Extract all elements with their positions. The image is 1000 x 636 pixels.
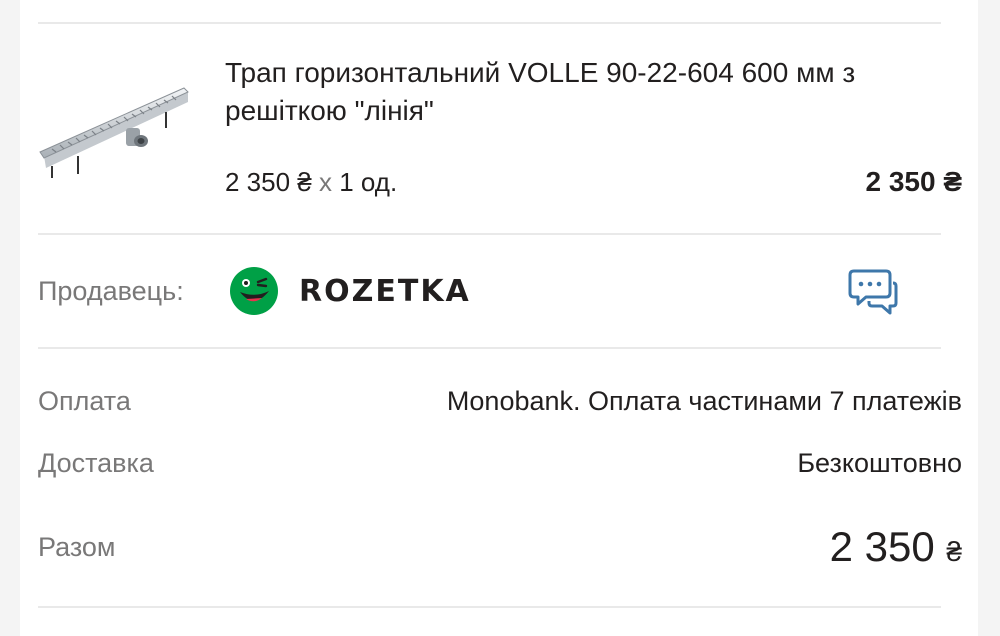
product-title[interactable]: Трап горизонтальний VOLLE 90-22-604 600 … [225, 54, 865, 130]
chat-bubbles-icon [848, 269, 898, 315]
quantity: 1 од. [339, 167, 398, 197]
delivery-label: Доставка [38, 448, 154, 478]
line-total: 2 350 ₴ [865, 166, 962, 197]
rozetka-smile-logo-icon [229, 266, 279, 316]
seller-name[interactable]: ROZETKA [299, 272, 471, 312]
floor-drain-icon [39, 87, 189, 178]
total-currency: ₴ [946, 536, 962, 567]
unit-price: 2 350 ₴ [225, 167, 312, 197]
total-amount: 2 350 ₴ [830, 522, 962, 577]
seller-label: Продавець: [38, 276, 184, 306]
delivery-value: Безкоштовно [797, 448, 962, 478]
divider-top [38, 22, 941, 24]
chat-with-seller-button[interactable] [846, 265, 900, 319]
product-image[interactable] [38, 78, 193, 188]
total-amount-value: 2 350 [829, 523, 935, 570]
divider-bottom [38, 606, 941, 608]
divider-product [38, 233, 941, 235]
payment-label: Оплата [38, 386, 131, 416]
unit-price-line: 2 350 ₴ x 1 од. [225, 165, 397, 199]
total-label: Разом [38, 532, 116, 562]
multiplier-sign: x [318, 167, 332, 197]
divider-seller [38, 347, 941, 349]
payment-value: Monobank. Оплата частинами 7 платежів [446, 386, 962, 416]
